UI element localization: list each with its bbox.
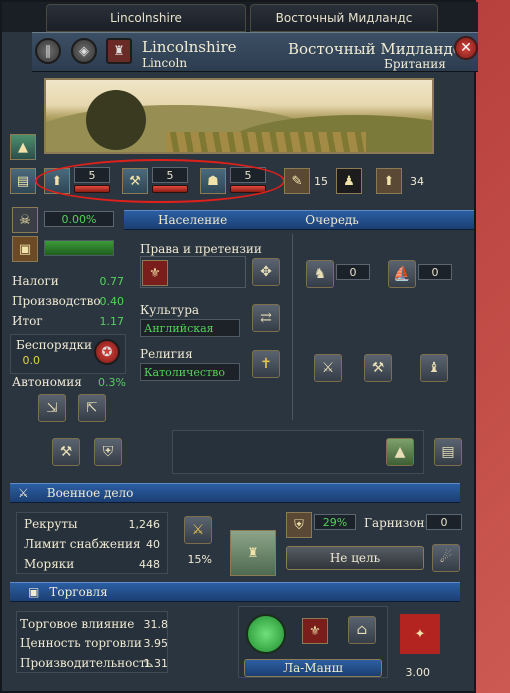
target-button[interactable]: Не цель (286, 546, 424, 570)
garrison-label: Гарнизон: (364, 516, 429, 530)
devastation-value: 15 (314, 175, 328, 188)
culture-convert-icon[interactable]: ⇄ (252, 304, 280, 332)
trade-bar: ▣ Торговля (10, 582, 460, 602)
province-picture (44, 78, 434, 154)
units-count: 0 (336, 264, 370, 280)
total-value: 1.17 (99, 315, 125, 328)
military-title: Военное дело (46, 486, 134, 500)
sailors-label: Моряки (24, 557, 75, 571)
ships-count: 0 (418, 264, 452, 280)
progress-bar (44, 240, 114, 256)
trade-flag-icon: ⚜ (302, 618, 328, 644)
crossed-swords-icon: ⚔ (18, 486, 29, 500)
terrain-icon[interactable]: ▲ (10, 134, 36, 160)
tab-population[interactable]: Население (158, 213, 227, 227)
total-label: Итог (12, 314, 43, 328)
morale-value: 15% (187, 553, 212, 566)
fort-value: 29% (314, 514, 356, 530)
unrest-label: Беспорядки (16, 338, 93, 352)
trade-value-value: 3.95 (143, 637, 169, 650)
tab-queue[interactable]: Очередь (305, 213, 359, 227)
region-name: Британия (384, 57, 446, 71)
manpower-label: Рекруты (24, 517, 78, 531)
ledger-icon[interactable]: ▤ (434, 438, 462, 466)
sailors-value: 448 (139, 558, 160, 571)
supply-value: 40 (146, 538, 160, 551)
taxes-value: 0.77 (99, 275, 125, 288)
ships-icon: ⛵ (388, 260, 416, 288)
area-name: Восточный Мидландс (288, 40, 462, 58)
autonomy-value: 0.3% (98, 376, 126, 389)
landscape-icon[interactable]: ▲ (386, 438, 414, 466)
trade-title: Торговля (49, 585, 108, 599)
province-name: Lincolnshire (142, 38, 237, 56)
build-icon[interactable]: ⚒ (364, 354, 392, 382)
taxes-label: Налоги (12, 274, 59, 288)
units-icon: ♞ (306, 260, 334, 288)
devastation-icon: ✎ (284, 168, 310, 194)
tab-province-label: Lincolnshire (110, 11, 182, 25)
tab-area[interactable]: Восточный Мидландс (250, 4, 438, 32)
production-value: 0.40 (99, 295, 125, 308)
morale-icon: ⚔ (184, 516, 212, 544)
trade-status-icon[interactable] (246, 614, 286, 654)
highlight-ellipse (35, 159, 285, 203)
trade-value-label: Ценность торговли (20, 636, 142, 650)
raise-autonomy-icon[interactable]: ⇱ (78, 394, 106, 422)
flag-icon[interactable]: ♜ (106, 38, 132, 64)
goods-icon[interactable]: ✦ (400, 614, 440, 654)
trade-node-button[interactable]: Ла-Манш (244, 659, 382, 677)
capital-name: Lincoln (142, 56, 188, 70)
fort-picture: ♜ (230, 530, 276, 576)
close-icon[interactable]: ✕ (454, 36, 478, 60)
trade-power-value: 31.8 (143, 618, 169, 631)
keyhole-icon[interactable]: ♟ (336, 168, 362, 194)
pop-queue-bar: Население Очередь (124, 210, 474, 230)
manpower-value: 1,246 (128, 518, 161, 531)
province-window: Lincolnshire Восточный Мидландс ‖ ◈ ♜ Li… (0, 0, 478, 693)
fort-shield-icon: ⛨ (286, 512, 312, 538)
merchant-icon[interactable]: ⌂ (348, 616, 376, 644)
garrison-value: 0 (426, 514, 462, 530)
total-dev-icon: ⬆ (376, 168, 402, 194)
trade-power-label: Торговое влияние (20, 617, 135, 631)
divider (292, 234, 293, 420)
claims-label: Права и претензии (140, 242, 262, 256)
goods-value: 3.00 (405, 666, 431, 679)
tab-area-label: Восточный Мидландс (275, 11, 413, 25)
claims-field (140, 256, 246, 288)
shield-icon[interactable]: ⛨ (94, 438, 122, 466)
book-icon[interactable]: ▤ (10, 168, 36, 194)
chest-icon: ▣ (12, 236, 38, 262)
percent-value: 0.00% (44, 211, 114, 227)
total-dev-value: 34 (410, 175, 424, 188)
military-bar: ⚔ Военное дело (10, 483, 460, 503)
cross-icon[interactable]: ✝ (252, 350, 280, 378)
hammer-icon[interactable]: ⚒ (52, 438, 80, 466)
tab-province[interactable]: Lincolnshire (46, 4, 246, 32)
religion-label: Религия (140, 347, 193, 361)
lower-autonomy-icon[interactable]: ⇲ (38, 394, 66, 422)
rebel-icon[interactable]: ✪ (94, 339, 120, 365)
pause-icon[interactable]: ‖ (35, 38, 61, 64)
productivity-value: 1.31 (143, 657, 169, 670)
unrest-value: 0.0 (22, 354, 41, 367)
culture-value: Английская (140, 319, 240, 337)
recruit-army-icon[interactable]: ⚔ (314, 354, 342, 382)
crate-icon: ▣ (28, 585, 40, 599)
autonomy-label: Автономия (12, 375, 82, 389)
cube-icon[interactable]: ◈ (71, 38, 97, 64)
religion-value: Католичество (140, 363, 240, 381)
culture-label: Культура (140, 303, 200, 317)
mercenary-icon[interactable]: ♝ (420, 354, 448, 382)
skull-icon: ☠ (12, 207, 38, 233)
claim-icon[interactable]: ✥ (252, 258, 280, 286)
siege-icon[interactable]: ☄ (432, 544, 460, 572)
